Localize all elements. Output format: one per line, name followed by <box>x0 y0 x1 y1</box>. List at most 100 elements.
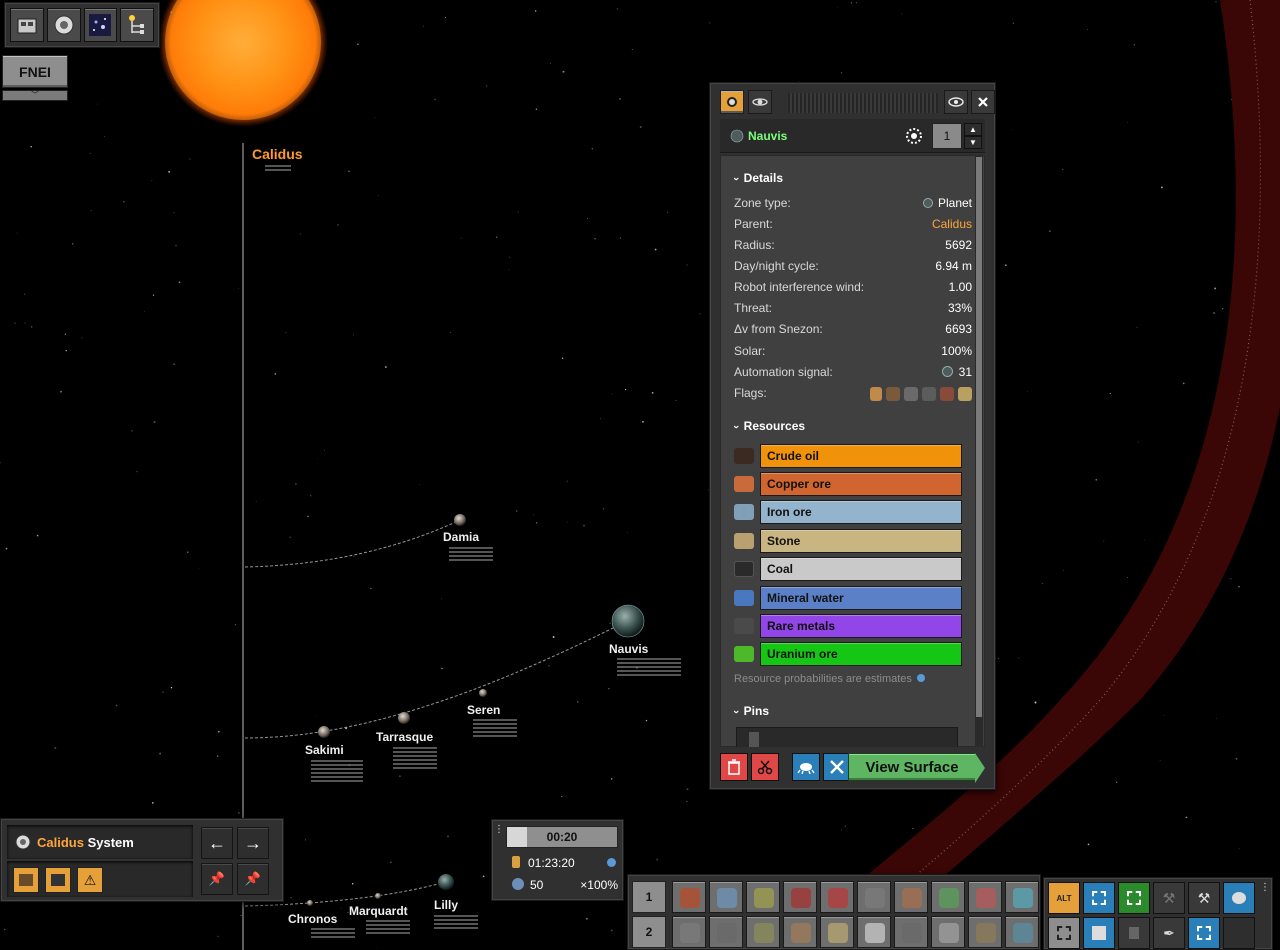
enemy-settings-button[interactable] <box>792 753 820 781</box>
tab-orbit-view[interactable] <box>748 90 772 114</box>
toggle-visibility-button[interactable] <box>944 90 968 114</box>
delete-zone-button[interactable] <box>720 753 748 781</box>
priority-down-button[interactable]: ▼ <box>964 136 982 149</box>
quickbar-slot[interactable] <box>709 916 743 948</box>
cut-zone-button[interactable] <box>751 753 779 781</box>
resource-bar[interactable]: Mineral water <box>760 586 962 610</box>
empty-shortcut-slot[interactable] <box>1223 917 1255 949</box>
tech-tree-button[interactable] <box>120 8 154 42</box>
blueprint-button[interactable] <box>1083 917 1115 949</box>
green-select-button[interactable] <box>1118 882 1150 914</box>
label-lilly[interactable]: Lilly <box>434 898 458 912</box>
quickbar-slot[interactable] <box>857 881 891 913</box>
quickbar-slot[interactable] <box>857 916 891 948</box>
tab-zone-info[interactable] <box>720 90 744 114</box>
body-nauvis[interactable] <box>611 604 645 638</box>
tools-button[interactable] <box>823 753 851 781</box>
previous-zone-button[interactable]: ← <box>201 827 233 859</box>
quickbar-slot[interactable] <box>820 916 854 948</box>
body-tarrasque[interactable] <box>398 712 410 724</box>
pins-section-title[interactable]: Pins <box>734 704 769 718</box>
quickbar-row-2-button[interactable]: 2 <box>632 916 666 948</box>
quickbar-slot[interactable] <box>746 881 780 913</box>
clock-menu-handle[interactable]: ⋮ <box>494 824 504 836</box>
close-panel-button[interactable] <box>971 90 995 114</box>
star-label-calidus[interactable]: Calidus <box>252 146 303 162</box>
build-tool-button[interactable]: ⚒ <box>1188 882 1220 914</box>
priority-up-button[interactable]: ▲ <box>964 123 982 136</box>
body-lilly[interactable] <box>438 874 454 890</box>
space-exploration-button[interactable] <box>46 8 81 42</box>
fnei-expand-toggle[interactable]: ﹀ <box>2 90 68 101</box>
pin-right-button[interactable]: 📌 <box>237 863 269 895</box>
quickbar-slot[interactable] <box>931 916 965 948</box>
quickbar-slot[interactable] <box>783 881 817 913</box>
label-seren[interactable]: Seren <box>467 703 500 717</box>
pipette-button[interactable]: ✒ <box>1153 917 1185 949</box>
quickbar-slot[interactable] <box>672 916 706 948</box>
resource-bar[interactable]: Stone <box>760 529 962 553</box>
copy-tool-button[interactable]: ⚒ <box>1153 882 1185 914</box>
label-nauvis[interactable]: Nauvis <box>609 642 648 656</box>
quickbar-slot[interactable] <box>746 916 780 948</box>
select-area-button[interactable] <box>1083 882 1115 914</box>
quickbar-row-1-button[interactable]: 1 <box>632 881 666 913</box>
info-icon[interactable] <box>607 858 616 867</box>
quickbar-slot[interactable] <box>968 881 1002 913</box>
quickbar-slot[interactable] <box>1005 881 1039 913</box>
system-name[interactable]: Calidus System <box>37 835 134 850</box>
pin-left-button[interactable]: 📌 <box>201 863 233 895</box>
deconstruct-button[interactable] <box>1048 917 1080 949</box>
quickbar-slot[interactable] <box>709 881 743 913</box>
resource-bar[interactable]: Coal <box>760 557 962 581</box>
resource-bar[interactable]: Iron ore <box>760 500 962 524</box>
system-warning-button[interactable]: ⚠ <box>77 867 103 893</box>
spidertron-button[interactable] <box>1223 882 1255 914</box>
label-sakimi[interactable]: Sakimi <box>305 743 344 757</box>
zone-select-button[interactable] <box>1188 917 1220 949</box>
quickbar-slot[interactable] <box>894 881 928 913</box>
shortcut-menu-handle[interactable]: ⋮ <box>1260 882 1270 893</box>
view-surface-button[interactable]: View Surface <box>848 753 985 783</box>
starmap-canvas[interactable] <box>0 0 1280 950</box>
resource-bar[interactable]: Copper ore <box>760 472 962 496</box>
body-marquardt[interactable] <box>375 893 381 899</box>
alt-mode-toggle[interactable]: ALT <box>1048 882 1080 914</box>
body-chronos[interactable] <box>307 900 313 906</box>
label-tarrasque[interactable]: Tarrasque <box>376 730 433 744</box>
quickbar-slot[interactable] <box>672 881 706 913</box>
quickbar-slot[interactable] <box>1005 916 1039 948</box>
resource-bar[interactable]: Uranium ore <box>760 642 962 666</box>
panel-drag-handle[interactable] <box>788 93 938 113</box>
resource-bar[interactable]: Crude oil <box>760 444 962 468</box>
body-scrollbar[interactable] <box>975 155 983 747</box>
quickbar-slot[interactable] <box>968 916 1002 948</box>
label-damia[interactable]: Damia <box>443 530 479 544</box>
system-ruins-button[interactable] <box>13 867 39 893</box>
zone-priority-value[interactable]: 1 <box>932 123 962 149</box>
quickbar-slot[interactable] <box>783 916 817 948</box>
pin-character-icon[interactable] <box>749 732 759 747</box>
body-damia[interactable] <box>454 514 466 526</box>
label-marquardt[interactable]: Marquardt <box>349 904 408 918</box>
factory-blueprint-button[interactable] <box>10 8 44 42</box>
label-chronos[interactable]: Chronos <box>288 912 337 926</box>
fnei-button[interactable]: FNEI <box>2 55 68 88</box>
resource-bar[interactable]: Rare metals <box>760 614 962 638</box>
body-sakimi[interactable] <box>318 726 330 738</box>
info-icon[interactable] <box>916 674 925 682</box>
parent-link[interactable]: Calidus <box>932 217 972 231</box>
upgrade-button[interactable] <box>1118 917 1150 949</box>
details-section-title[interactable]: Details <box>734 171 783 185</box>
body-seren[interactable] <box>479 689 487 697</box>
zone-name[interactable]: Nauvis <box>748 129 787 143</box>
next-zone-button[interactable]: → <box>237 827 269 859</box>
resources-section-title[interactable]: Resources <box>734 419 805 433</box>
quickbar-slot[interactable] <box>894 916 928 948</box>
system-chest-button[interactable] <box>45 867 71 893</box>
quickbar-slot[interactable] <box>931 881 965 913</box>
laurel-icon[interactable] <box>904 126 924 146</box>
universe-explorer-button[interactable] <box>83 8 118 42</box>
scrollbar-thumb[interactable] <box>976 157 982 717</box>
quickbar-slot[interactable] <box>820 881 854 913</box>
